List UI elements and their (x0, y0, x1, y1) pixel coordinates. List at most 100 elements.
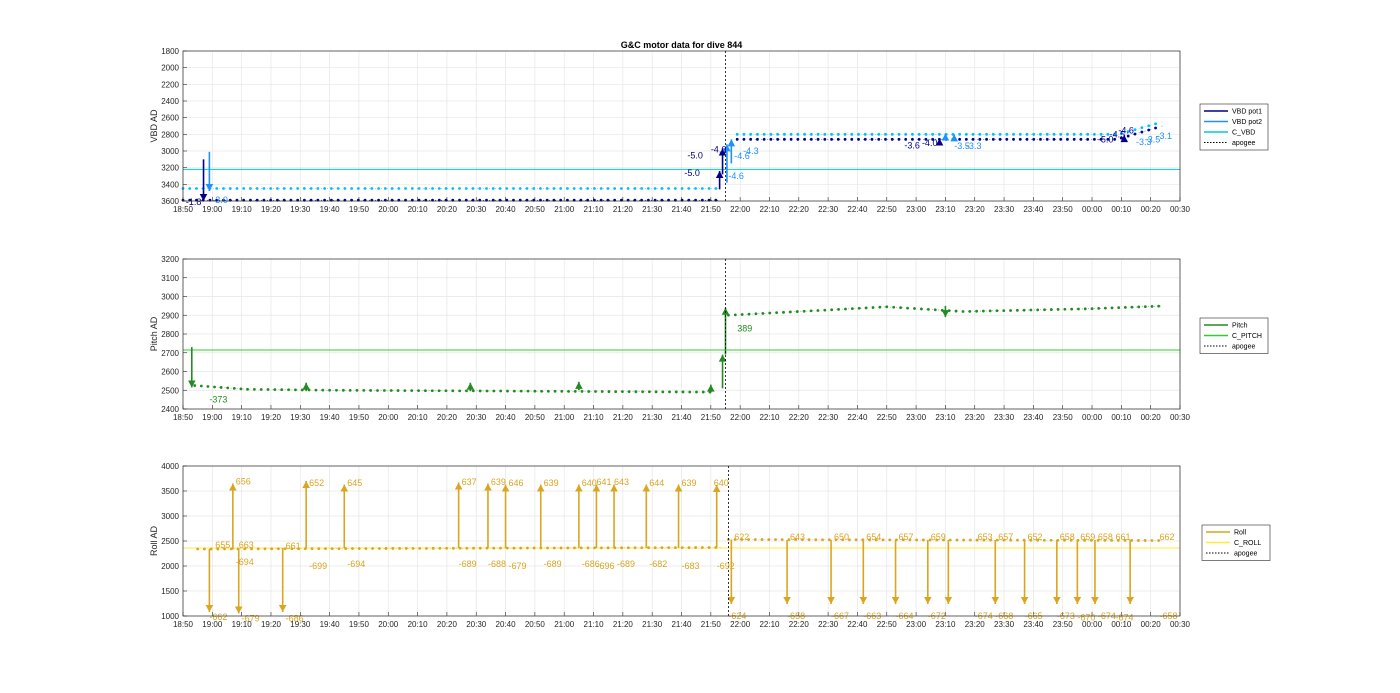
series-point (789, 137, 793, 141)
x-tick-label: 23:10 (935, 413, 956, 422)
series-point (680, 546, 684, 550)
series-point (607, 390, 611, 393)
annotation-label: -674 (1115, 613, 1133, 623)
series-point (921, 538, 925, 542)
series-point (782, 310, 785, 314)
series-point (890, 137, 894, 141)
annotation-label: -699 (309, 561, 327, 571)
series-point (519, 389, 523, 393)
annotation-label: 659 (1080, 532, 1095, 542)
series-point (1045, 132, 1049, 136)
series-point (830, 137, 833, 141)
series-point (863, 137, 867, 141)
series-point (647, 390, 651, 394)
series-point (1025, 132, 1029, 136)
annotation-label: -4.6 (1118, 125, 1134, 135)
series-point (884, 132, 887, 136)
series-point (573, 389, 577, 393)
series-point (1133, 132, 1137, 136)
series-point (1133, 128, 1137, 132)
roll-panel: 18:50 19:00 19:10 19:20 19:30 19:40 19:50 20:00… (149, 462, 1271, 629)
series-point (280, 388, 284, 392)
annotation-label: 657 (898, 532, 913, 542)
series-point (424, 187, 428, 190)
series-point (266, 388, 270, 391)
series-point (1143, 539, 1147, 542)
series-point (780, 538, 784, 542)
series-point (356, 187, 360, 190)
series-point (532, 187, 536, 190)
series-point (646, 187, 650, 190)
series-point (195, 187, 198, 190)
series-point (1077, 307, 1080, 311)
y-tick-label: 2200 (161, 80, 179, 89)
x-tick-label: 00:00 (1082, 205, 1103, 214)
series-point (336, 187, 340, 190)
series-point (756, 132, 759, 136)
series-point (348, 388, 352, 392)
x-tick-label: 21:20 (613, 413, 634, 422)
series-point (273, 388, 277, 392)
series-point (988, 309, 992, 313)
series-point (418, 546, 422, 550)
series-point (761, 312, 765, 315)
series-point (526, 389, 530, 393)
series-point (398, 547, 401, 550)
series-point (343, 187, 347, 190)
x-tick-label: 19:40 (320, 413, 341, 422)
series-point (634, 390, 638, 394)
series-point (355, 388, 359, 392)
y-axis-label: Roll AD (149, 525, 159, 556)
series-point (906, 306, 909, 310)
x-tick-label: 00:30 (1170, 620, 1191, 629)
x-tick-label: 20:40 (496, 205, 517, 214)
series-point (222, 187, 225, 190)
series-point (807, 538, 811, 542)
annotation-label: 656 (236, 477, 251, 487)
series-point (871, 306, 875, 309)
annotation-label: 640 (582, 478, 597, 488)
series-point (600, 546, 603, 550)
x-tick-label: 22:20 (789, 413, 810, 422)
series-point (796, 137, 800, 141)
series-point (363, 187, 367, 190)
series-point (1032, 137, 1036, 141)
series-point (553, 389, 557, 393)
series-point (512, 546, 516, 550)
series-point (700, 187, 704, 190)
x-tick-label: 21:50 (701, 620, 722, 629)
series-point (384, 547, 388, 550)
series-point (1012, 137, 1015, 141)
series-point (410, 187, 414, 190)
annotation-label: -3.3 (966, 141, 982, 151)
series-point (1018, 132, 1022, 136)
x-tick-label: 21:40 (671, 413, 692, 422)
x-tick-label: 20:20 (437, 413, 458, 422)
series-point (626, 187, 630, 190)
series-point (661, 390, 665, 394)
series-point (539, 187, 542, 190)
series-point (559, 546, 563, 550)
x-tick-label: 00:30 (1170, 413, 1191, 422)
x-tick-label: 19:20 (261, 413, 282, 422)
series-point (572, 187, 576, 190)
series-point (202, 547, 206, 551)
annotation-label: 658 (1098, 532, 1113, 542)
x-tick-label: 21:40 (671, 205, 692, 214)
chart-title: G&C motor data for dive 844 (621, 40, 743, 50)
series-point (199, 384, 203, 388)
series-point (458, 187, 461, 190)
series-point (471, 187, 475, 190)
x-tick-label: 19:30 (290, 413, 311, 422)
annotation-label: -692 (717, 561, 735, 571)
series-point (981, 309, 985, 313)
series-point (749, 137, 753, 141)
series-point (920, 307, 923, 311)
series-point (337, 547, 341, 550)
series-point (937, 132, 941, 136)
annotation-label: -688 (488, 559, 506, 569)
series-point (747, 312, 751, 316)
series-point (335, 388, 338, 392)
y-tick-label: 4000 (161, 462, 179, 471)
x-tick-label: 23:00 (906, 413, 927, 422)
